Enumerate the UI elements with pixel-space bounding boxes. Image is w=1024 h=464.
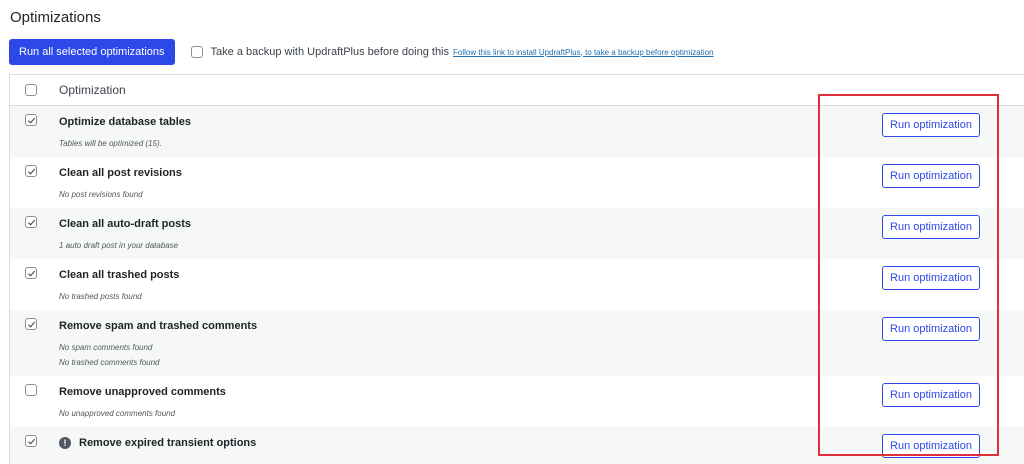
row-content: Optimize database tables Tables will be o… — [59, 106, 191, 157]
row-content: ! Remove expired transient options — [59, 427, 256, 464]
optimization-title-text: Remove unapproved comments — [59, 386, 226, 398]
select-all-checkbox[interactable] — [25, 84, 37, 96]
run-optimization-button[interactable]: Run optimization — [882, 215, 980, 239]
row-checkbox[interactable] — [25, 267, 37, 279]
optimization-info-line: No post revisions found — [59, 190, 143, 199]
exclamation-icon: ! — [59, 437, 71, 449]
optimization-info: No post revisions found — [59, 187, 182, 202]
run-optimization-button[interactable]: Run optimization — [882, 113, 980, 137]
row-content: Remove unapproved comments No unapproved … — [59, 376, 226, 427]
row-content: Clean all trashed posts No trashed posts … — [59, 259, 179, 310]
optimization-title: Clean all trashed posts — [59, 269, 179, 281]
toolbar: Run all selected optimizations Take a ba… — [9, 39, 1024, 65]
optimization-title-text: Clean all post revisions — [59, 167, 182, 179]
optimization-info-line: No trashed posts found — [59, 292, 142, 301]
install-updraftplus-link[interactable]: Follow this link to install UpdraftPlus,… — [453, 48, 714, 57]
row-content: Clean all auto-draft posts 1 auto draft p… — [59, 208, 191, 259]
row-checkbox[interactable] — [25, 114, 37, 126]
backup-checkbox[interactable] — [190, 46, 203, 58]
optimization-title-text: Optimize database tables — [59, 116, 192, 128]
optimization-info: Tables will be optimized (15). — [59, 136, 191, 151]
optimization-title: ! Remove expired transient options — [59, 437, 256, 449]
run-optimization-button[interactable]: Run optimization — [882, 434, 980, 458]
optimization-title-text: Clean all auto-draft posts — [59, 218, 192, 230]
run-optimization-button[interactable]: Run optimization — [882, 164, 980, 188]
optimization-info: No unapproved comments found — [59, 406, 226, 421]
optimization-title: Optimize database tables — [59, 116, 191, 128]
row-checkbox[interactable] — [25, 165, 37, 177]
table-row: ! Remove expired transient options Run opt… — [10, 427, 1024, 464]
row-checkbox[interactable] — [25, 435, 37, 447]
optimization-title: Remove unapproved comments — [59, 386, 226, 398]
table-body: Optimize database tables Tables will be o… — [10, 106, 1024, 464]
table-row: Clean all trashed posts No trashed posts … — [10, 259, 1024, 310]
optimization-title-text: Remove expired transient options — [79, 437, 257, 449]
checkmark-icon — [27, 320, 36, 329]
optimization-info-line: Tables will be optimized (15). — [59, 139, 162, 148]
row-content: Clean all post revisions No post revision… — [59, 157, 182, 208]
checkmark-icon — [27, 116, 36, 125]
table-row: Optimize database tables Tables will be o… — [10, 106, 1024, 157]
optimization-title-text: Clean all trashed posts — [59, 269, 180, 281]
checkmark-icon — [27, 269, 36, 278]
page-title: Optimizations — [10, 9, 101, 26]
optimization-title: Clean all post revisions — [59, 167, 182, 179]
table-row: Remove spam and trashed comments No spam … — [10, 310, 1024, 376]
run-all-selected-button[interactable]: Run all selected optimizations — [9, 39, 175, 65]
optimizations-table: Optimization Optimize database tables Tab… — [9, 74, 1024, 464]
table-row: Clean all post revisions No post revision… — [10, 157, 1024, 208]
optimization-info-line: No spam comments found — [59, 343, 153, 352]
run-optimization-button[interactable]: Run optimization — [882, 266, 980, 290]
optimization-info: No trashed posts found — [59, 289, 179, 304]
optimization-info: No spam comments found No trashed comment… — [59, 340, 257, 370]
checkmark-icon — [27, 167, 36, 176]
optimization-info-line: 1 auto draft post in your database — [59, 241, 179, 250]
table-row: Clean all auto-draft posts 1 auto draft p… — [10, 208, 1024, 259]
row-content: Remove spam and trashed comments No spam … — [59, 310, 257, 376]
row-checkbox[interactable] — [25, 384, 37, 396]
run-optimization-button[interactable]: Run optimization — [882, 383, 980, 407]
row-checkbox[interactable] — [25, 318, 37, 330]
checkmark-icon — [27, 437, 36, 446]
optimization-info-line: No unapproved comments found — [59, 409, 176, 418]
optimization-title-text: Remove spam and trashed comments — [59, 320, 258, 332]
column-header-optimization: Optimization — [59, 83, 126, 97]
optimization-info: 1 auto draft post in your database — [59, 238, 191, 253]
table-row: Remove unapproved comments No unapproved … — [10, 376, 1024, 427]
checkmark-icon — [27, 218, 36, 227]
backup-label: Take a backup with UpdraftPlus before do… — [210, 46, 450, 58]
optimization-info-line: No trashed comments found — [59, 358, 160, 368]
row-checkbox[interactable] — [25, 216, 37, 228]
optimization-title: Remove spam and trashed comments — [59, 320, 257, 332]
optimization-title: Clean all auto-draft posts — [59, 218, 191, 230]
run-optimization-button[interactable]: Run optimization — [882, 317, 980, 341]
table-header: Optimization — [10, 75, 1024, 106]
